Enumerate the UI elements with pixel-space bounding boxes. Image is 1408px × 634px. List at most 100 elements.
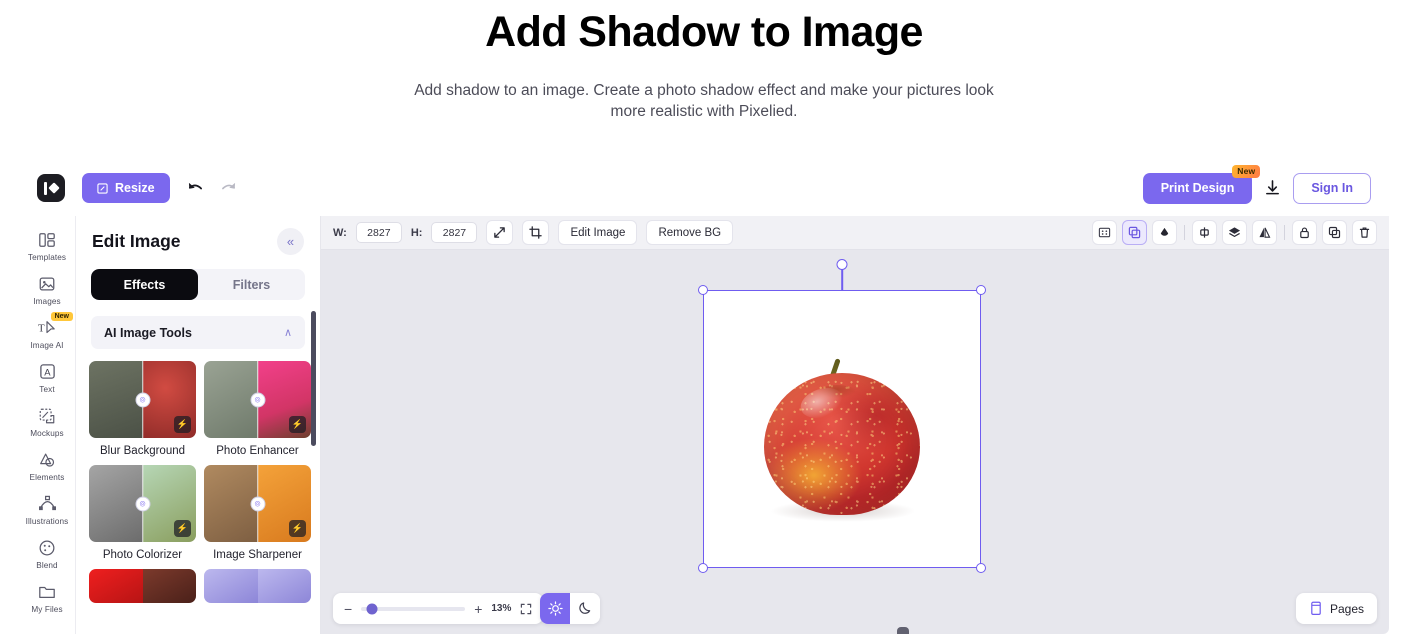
sign-in-button[interactable]: Sign In — [1293, 172, 1371, 204]
sidebar-item-elements[interactable]: Elements — [20, 442, 75, 486]
tab-effects[interactable]: Effects — [91, 269, 198, 300]
download-button[interactable] — [1265, 180, 1280, 196]
sidebar-label: Illustrations — [25, 517, 69, 526]
toolbar-divider — [1284, 225, 1285, 240]
moon-icon[interactable] — [570, 593, 600, 624]
apple-image[interactable] — [756, 345, 928, 525]
height-input[interactable] — [431, 222, 478, 243]
panel-tabs: Effects Filters — [91, 269, 305, 300]
tab-filters[interactable]: Filters — [198, 269, 305, 300]
images-icon — [20, 273, 75, 294]
position-grid-icon[interactable] — [1092, 220, 1117, 245]
tool-thumbnail: ◎ ⚡ — [89, 361, 196, 438]
svg-text:A: A — [44, 367, 51, 378]
crop-icon[interactable] — [522, 220, 550, 245]
compare-slider-handle[interactable]: ◎ — [250, 496, 265, 511]
ai-badge-icon: ⚡ — [289, 520, 306, 537]
panel-scrollbar[interactable] — [311, 311, 316, 446]
redo-button[interactable] — [219, 181, 238, 196]
sidebar-item-images[interactable]: Images — [20, 266, 75, 310]
zoom-slider-knob[interactable] — [366, 603, 378, 614]
sidebar-item-text[interactable]: A Text — [20, 354, 75, 398]
resize-button[interactable]: Resize — [82, 173, 170, 203]
accordion-label: AI Image Tools — [104, 325, 192, 340]
undo-button[interactable] — [186, 181, 205, 196]
align-icon[interactable] — [1192, 220, 1217, 245]
remove-bg-button[interactable]: Remove BG — [646, 220, 734, 245]
text-icon: A — [20, 361, 75, 382]
zoom-out-button[interactable]: − — [344, 601, 352, 617]
tool-card-photo-colorizer[interactable]: ◎ ⚡ Photo Colorizer — [89, 465, 196, 561]
sidebar-label: Blend — [36, 561, 58, 570]
height-label: H: — [410, 226, 423, 239]
copy-icon[interactable] — [1322, 220, 1347, 245]
edit-image-panel: Edit Image « Effects Filters AI Image To… — [76, 216, 321, 634]
duplicate-layer-icon[interactable] — [1122, 220, 1147, 245]
collapse-panel-button[interactable]: « — [277, 228, 304, 255]
elements-icon — [20, 449, 75, 470]
tool-card-blur-background[interactable]: ◎ ⚡ Blur Background — [89, 361, 196, 457]
fullscreen-icon[interactable] — [520, 603, 532, 615]
templates-icon — [20, 229, 75, 250]
logo-bar — [44, 181, 47, 195]
pages-label: Pages — [1329, 601, 1364, 616]
workspace: Templates Images New T Image AI A Text M… — [19, 216, 1389, 634]
tool-card-partial-2[interactable] — [204, 569, 311, 603]
sidebar-item-illustrations[interactable]: Illustrations — [20, 486, 75, 530]
zoom-in-button[interactable]: + — [474, 601, 482, 617]
ai-image-tools-accordion[interactable]: AI Image Tools ∧ — [91, 316, 305, 349]
sidebar-item-image-ai[interactable]: New T Image AI — [20, 310, 75, 354]
tool-thumbnail: ◎ ⚡ — [204, 465, 311, 542]
compare-slider-handle[interactable]: ◎ — [135, 392, 150, 407]
canvas-stage[interactable]: ✓ Add Shadow Shadow Color X — [321, 250, 1389, 634]
tool-card-image-sharpener[interactable]: ◎ ⚡ Image Sharpener — [204, 465, 311, 561]
tool-label: Photo Enhancer — [216, 445, 299, 457]
trash-icon[interactable] — [1352, 220, 1377, 245]
pixelied-logo[interactable] — [37, 174, 65, 202]
expand-arrows-icon[interactable] — [486, 220, 514, 245]
page-title: Add Shadow to Image — [485, 8, 923, 56]
sun-icon[interactable] — [540, 593, 570, 624]
print-design-new-badge: New — [1232, 164, 1261, 178]
ai-tools-grid: ◎ ⚡ Blur Background ◎ ⚡ Photo Enhancer ◎… — [89, 361, 311, 603]
edit-image-button[interactable]: Edit Image — [558, 220, 638, 245]
sidebar-label: Elements — [29, 473, 65, 482]
width-label: W: — [333, 226, 347, 239]
page-subtitle: Add shadow to an image. Create a photo s… — [414, 81, 994, 120]
tool-half-before — [89, 569, 143, 603]
canvas-column: W: H: — [321, 216, 1389, 634]
left-sidebar: Templates Images New T Image AI A Text M… — [19, 216, 76, 634]
image-ai-new-badge: New — [51, 312, 73, 321]
sidebar-item-templates[interactable]: Templates — [20, 222, 75, 266]
panel-title: Edit Image — [92, 231, 181, 251]
tool-label: Image Sharpener — [213, 549, 302, 561]
sidebar-label: Images — [33, 297, 61, 306]
tool-card-partial-1[interactable] — [89, 569, 196, 603]
download-icon — [1265, 180, 1280, 196]
compare-slider-handle[interactable]: ◎ — [135, 496, 150, 511]
sidebar-item-mockups[interactable]: Mockups — [20, 398, 75, 442]
rotate-handle[interactable] — [836, 259, 848, 270]
my-files-icon — [20, 581, 75, 602]
panel-header: Edit Image « — [76, 216, 320, 255]
ai-badge-icon: ⚡ — [289, 416, 306, 433]
zoom-percent: 13% — [491, 603, 512, 614]
lock-icon[interactable] — [1292, 220, 1317, 245]
sidebar-item-my-files[interactable]: My Files — [20, 574, 75, 618]
tool-card-photo-enhancer[interactable]: ◎ ⚡ Photo Enhancer — [204, 361, 311, 457]
tool-half-after — [257, 569, 311, 603]
artboard[interactable] — [704, 291, 980, 567]
tool-thumbnail: ◎ ⚡ — [204, 361, 311, 438]
sidebar-label: Templates — [27, 253, 67, 262]
zoom-slider[interactable] — [361, 603, 466, 614]
flip-icon[interactable] — [1252, 220, 1277, 245]
layers-icon[interactable] — [1222, 220, 1247, 245]
pages-button[interactable]: Pages — [1295, 593, 1377, 624]
opacity-droplet-icon[interactable] — [1152, 220, 1177, 245]
rotate-handle-line — [841, 265, 843, 291]
sidebar-item-blend[interactable]: Blend — [20, 530, 75, 574]
page-strip-handle[interactable] — [897, 627, 909, 634]
compare-slider-handle[interactable]: ◎ — [250, 392, 265, 407]
top-toolbar: Resize Print Design New Sign In — [19, 160, 1389, 216]
width-input[interactable] — [355, 222, 402, 243]
